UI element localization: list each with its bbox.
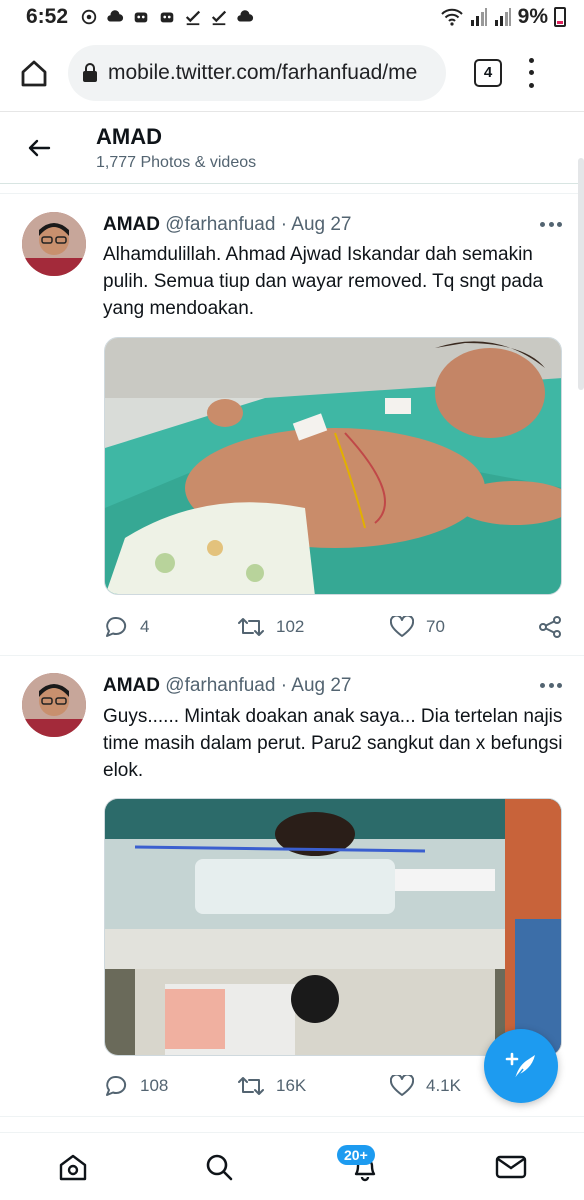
cloud-upload-icon (107, 10, 124, 22)
signal-icon (470, 8, 487, 26)
nav-search[interactable] (189, 1137, 249, 1197)
dot (557, 222, 562, 227)
more-options-button[interactable] (540, 683, 562, 689)
battery-percent: 9% (517, 5, 548, 28)
back-button[interactable] (0, 112, 78, 184)
tweet-text: Alhamdulillah. Ahmad Ajwad Iskandar dah … (103, 244, 544, 319)
tab-switcher-button[interactable]: 4 (474, 58, 502, 87)
dot (528, 82, 534, 88)
nav-messages[interactable] (481, 1137, 541, 1197)
author-handle[interactable]: @farhanfuad (165, 214, 275, 235)
author-handle[interactable]: @farhanfuad (165, 675, 275, 696)
signal-icon (494, 8, 511, 26)
avatar[interactable] (22, 673, 86, 737)
status-bar: 6:52 9% (0, 0, 584, 34)
more-options-button[interactable] (540, 222, 562, 228)
author-name[interactable]: AMAD (103, 214, 160, 235)
tweet-meta: AMAD @farhanfuad · Aug 27 (103, 675, 352, 697)
nav-home[interactable] (43, 1137, 103, 1197)
url-text: mobile.twitter.com/farhanfuad/me (108, 60, 418, 84)
dot (540, 222, 545, 227)
heart-icon (390, 1075, 414, 1096)
dot (528, 57, 534, 63)
retweet-icon (238, 1077, 264, 1095)
notification-icons (80, 8, 254, 26)
address-bar[interactable]: mobile.twitter.com/farhanfuad/me (68, 44, 446, 101)
reply-icon (106, 616, 127, 637)
photo-incubator (105, 799, 561, 1055)
check-icon (185, 10, 201, 26)
notifications-badge: 20+ (337, 1144, 375, 1165)
author-name[interactable]: AMAD (103, 675, 160, 696)
dot (528, 70, 534, 75)
system-indicators: 9% (440, 5, 566, 29)
avatar-image (22, 212, 86, 276)
tweet[interactable]: AMAD @farhanfuad · Aug 27 Alhamdulillah.… (0, 194, 584, 656)
heart-icon (390, 616, 414, 637)
avatar[interactable] (22, 212, 86, 276)
page-subtitle: 1,777 Photos & videos (96, 153, 257, 171)
check-icon (211, 10, 227, 26)
house-icon (21, 60, 47, 86)
reply-button[interactable]: 108 (104, 1074, 238, 1098)
dot (557, 683, 562, 688)
reply-count: 108 (140, 1076, 169, 1095)
separator-dot: · (280, 675, 288, 696)
share-button[interactable] (538, 615, 562, 639)
tweet-meta: AMAD @farhanfuad · Aug 27 (103, 214, 352, 236)
dot (540, 683, 545, 688)
dot (548, 683, 554, 688)
bottom-nav: 20+ (0, 1132, 584, 1200)
retweet-button[interactable]: 102 (238, 615, 390, 639)
mail-icon (495, 1155, 527, 1178)
search-icon (206, 1154, 233, 1180)
tweet-photo[interactable] (104, 798, 562, 1056)
avatar-image (22, 673, 86, 737)
page-title: AMAD (96, 123, 162, 149)
arrow-left-icon (28, 139, 51, 156)
feather-plus-icon (505, 1052, 535, 1080)
retweet-icon (238, 618, 264, 636)
tweet-actions: 4 102 70 (104, 612, 562, 642)
retweet-count: 16K (276, 1076, 307, 1095)
reply-icon (106, 1075, 127, 1096)
tweet-date[interactable]: Aug 27 (291, 214, 351, 235)
dot (548, 222, 554, 227)
retweet-count: 102 (276, 617, 305, 636)
share-icon (539, 616, 561, 638)
robot-icon (134, 12, 148, 23)
compose-tweet-button[interactable] (484, 1029, 558, 1103)
battery-icon (554, 7, 566, 27)
browser-menu-button[interactable] (526, 57, 536, 88)
sync-icon (81, 9, 97, 25)
like-button[interactable]: 70 (390, 616, 538, 638)
reply-button[interactable]: 4 (104, 615, 238, 639)
robot-icon (160, 12, 174, 23)
separator-dot: · (280, 214, 288, 235)
header-titles: AMAD 1,777 Photos & videos (96, 124, 256, 172)
page-header: AMAD 1,777 Photos & videos (0, 112, 584, 184)
photo-baby-in-cot (105, 338, 561, 594)
tweet-text: Guys...... Mintak doakan anak saya... Di… (103, 706, 563, 781)
like-count: 4.1K (426, 1076, 461, 1095)
status-time: 6:52 (26, 5, 69, 28)
home-icon (59, 1154, 87, 1180)
wifi-icon (440, 8, 463, 26)
cloud-icon (237, 10, 254, 22)
nav-notifications[interactable]: 20+ (335, 1137, 395, 1197)
tweet-date[interactable]: Aug 27 (291, 675, 351, 696)
tweet-photo[interactable] (104, 337, 562, 595)
browser-toolbar: mobile.twitter.com/farhanfuad/me 4 (0, 34, 584, 112)
reply-count: 4 (140, 617, 150, 636)
home-button[interactable] (14, 53, 54, 93)
retweet-button[interactable]: 16K (238, 1074, 390, 1098)
like-count: 70 (426, 617, 445, 636)
lock-icon (83, 62, 97, 82)
